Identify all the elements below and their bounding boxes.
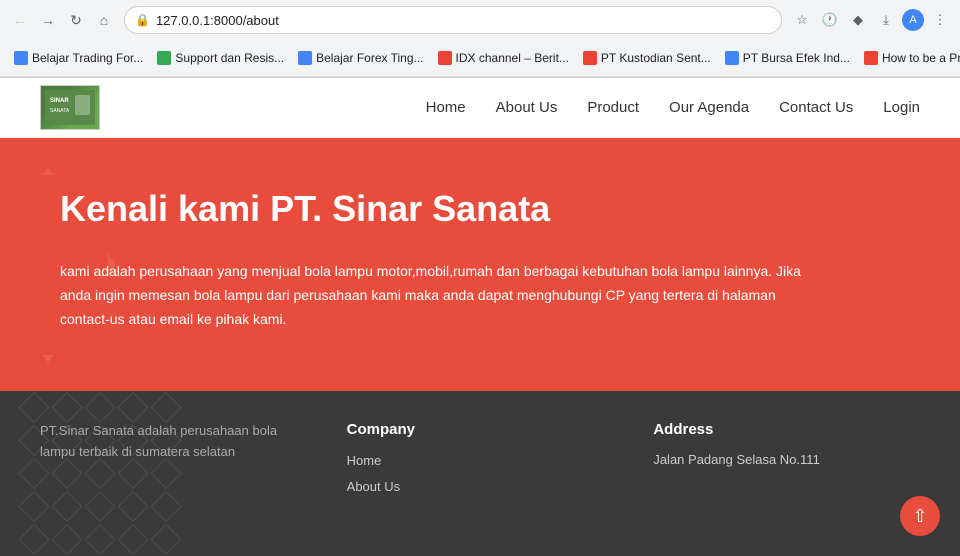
bookmark-5[interactable]: PT Kustodian Sent...: [577, 49, 717, 67]
url-display: 127.0.0.1:8000/about: [156, 13, 771, 28]
bookmark-6[interactable]: PT Bursa Efek Ind...: [719, 49, 856, 67]
browser-chrome: ← → ↻ ⌂ 🔒 127.0.0.1:8000/about ☆ 🕐 ◆ ⤓ A…: [0, 0, 960, 78]
nav-item-login[interactable]: Login: [883, 99, 920, 117]
footer-link-about-anchor[interactable]: About Us: [347, 479, 400, 494]
nav-link-contact[interactable]: Contact Us: [779, 99, 853, 116]
bookmark-favicon-4: [438, 51, 452, 65]
footer-address-col: Address Jalan Padang Selasa No.111: [653, 421, 920, 504]
logo-image: SINAR SANATA: [41, 86, 99, 129]
bookmarks-bar: Belajar Trading For... Support dan Resis…: [0, 40, 960, 77]
star-button[interactable]: ☆: [790, 8, 814, 32]
site-nav: SINAR SANATA Home About Us Product Our A…: [0, 78, 960, 138]
svg-text:SANATA: SANATA: [50, 108, 70, 114]
forward-button[interactable]: →: [36, 8, 60, 32]
nav-link-agenda[interactable]: Our Agenda: [669, 99, 749, 116]
bookmark-favicon-7: [864, 51, 878, 65]
bookmark-label-1: Belajar Trading For...: [32, 51, 143, 65]
bookmark-4[interactable]: IDX channel – Berit...: [432, 49, 575, 67]
nav-item-contact[interactable]: Contact Us: [779, 99, 853, 117]
bookmark-label-7: How to be a Profit...: [882, 51, 960, 65]
nav-link-product[interactable]: Product: [587, 99, 639, 116]
bookmark-favicon-6: [725, 51, 739, 65]
footer-decoration: [0, 391, 200, 556]
nav-link-about[interactable]: About Us: [496, 99, 558, 116]
browser-toolbar: ← → ↻ ⌂ 🔒 127.0.0.1:8000/about ☆ 🕐 ◆ ⤓ A…: [0, 0, 960, 40]
footer-contact-button[interactable]: ⇧: [900, 496, 940, 536]
nav-item-home[interactable]: Home: [426, 99, 466, 117]
nav-link-login[interactable]: Login: [883, 99, 920, 116]
logo-svg: SINAR SANATA: [45, 90, 95, 125]
bookmark-favicon-1: [14, 51, 28, 65]
bookmark-2[interactable]: Support dan Resis...: [151, 49, 290, 67]
footer-address-line1: Jalan Padang Selasa No.111: [653, 452, 920, 467]
site-footer: PT.Sinar Sanata adalah perusahaan bola l…: [0, 391, 960, 556]
nav-links: Home About Us Product Our Agenda Contact…: [426, 99, 920, 117]
bookmark-3[interactable]: Belajar Forex Ting...: [292, 49, 429, 67]
svg-text:SINAR: SINAR: [50, 98, 69, 104]
bookmark-label-6: PT Bursa Efek Ind...: [743, 51, 850, 65]
footer-link-home-anchor[interactable]: Home: [347, 453, 382, 468]
nav-item-product[interactable]: Product: [587, 99, 639, 117]
lock-icon: 🔒: [135, 13, 150, 27]
home-button[interactable]: ⌂: [92, 8, 116, 32]
history-button[interactable]: 🕐: [818, 8, 842, 32]
website: SINAR SANATA Home About Us Product Our A…: [0, 78, 960, 556]
footer-address-title: Address: [653, 421, 920, 438]
profile-button[interactable]: A: [902, 9, 924, 31]
bookmark-1[interactable]: Belajar Trading For...: [8, 49, 149, 67]
bookmark-favicon-2: [157, 51, 171, 65]
bookmark-7[interactable]: How to be a Profit...: [858, 49, 960, 67]
hero-body: kami adalah perusahaan yang menjual bola…: [60, 260, 810, 331]
bookmark-label-3: Belajar Forex Ting...: [316, 51, 423, 65]
reload-button[interactable]: ↻: [64, 8, 88, 32]
nav-item-about[interactable]: About Us: [496, 99, 558, 117]
hero-section: Kenali kami PT. Sinar Sanata kami adalah…: [0, 138, 960, 391]
toolbar-actions: ☆ 🕐 ◆ ⤓ A ⋮: [790, 8, 952, 32]
site-logo: SINAR SANATA: [40, 85, 100, 130]
footer-link-about[interactable]: About Us: [347, 478, 614, 496]
downloads-button[interactable]: ⤓: [874, 8, 898, 32]
bookmark-label-4: IDX channel – Berit...: [456, 51, 569, 65]
extensions-button[interactable]: ◆: [846, 8, 870, 32]
hero-title: Kenali kami PT. Sinar Sanata: [60, 188, 900, 230]
nav-link-home[interactable]: Home: [426, 99, 466, 116]
address-bar[interactable]: 🔒 127.0.0.1:8000/about: [124, 6, 782, 34]
footer-link-home[interactable]: Home: [347, 452, 614, 470]
bookmark-favicon-3: [298, 51, 312, 65]
back-button[interactable]: ←: [8, 8, 32, 32]
nav-buttons: ← → ↻ ⌂: [8, 8, 116, 32]
nav-item-agenda[interactable]: Our Agenda: [669, 99, 749, 117]
bookmark-label-2: Support dan Resis...: [175, 51, 284, 65]
footer-company-col: Company Home About Us: [347, 421, 614, 504]
footer-links: Home About Us: [347, 452, 614, 496]
menu-button[interactable]: ⋮: [928, 8, 952, 32]
footer-company-title: Company: [347, 421, 614, 438]
bookmark-favicon-5: [583, 51, 597, 65]
bookmark-label-5: PT Kustodian Sent...: [601, 51, 711, 65]
